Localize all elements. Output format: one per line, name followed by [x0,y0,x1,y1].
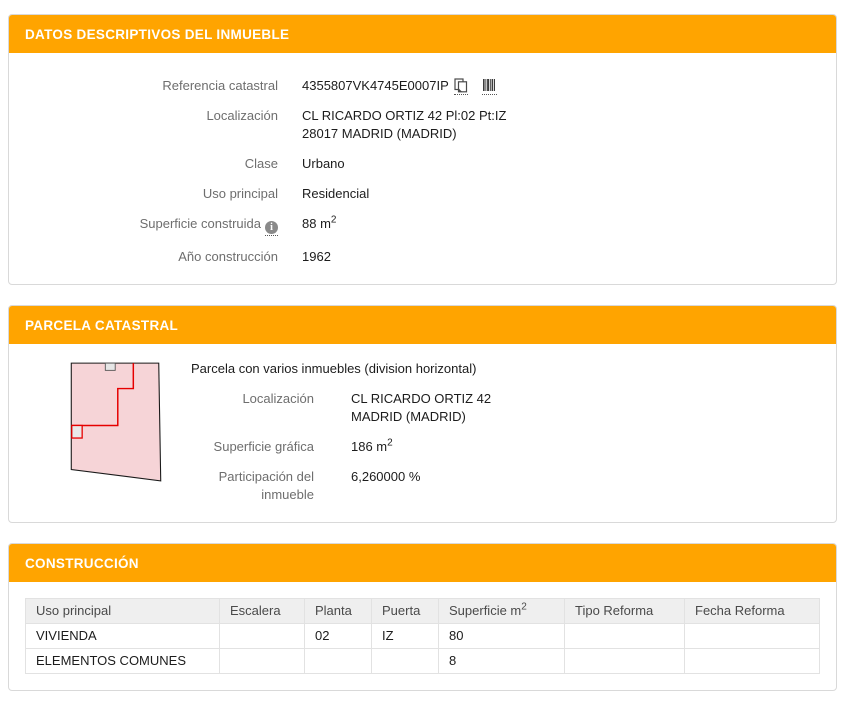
row-referencia-catastral: Referencia catastral 4355807VK4745E0007I… [25,77,820,95]
superficie-construida-value: 88 m2 [302,214,337,231]
anio-construccion-value: 1962 [302,249,331,264]
cell-superficie: 80 [438,623,565,649]
page: { "theme": { "accent_color": "#FFA400", … [0,0,845,704]
table-row-elementos-comunes: ELEMENTOS COMUNES 8 [25,648,820,674]
uso-principal-label: Uso principal [202,186,278,201]
col-puerta: Puerta [371,598,439,624]
row-superficie-construida: Superficie construida i 88 m2 [25,215,820,236]
section-datos-body: Referencia catastral 4355807VK4745E0007I… [9,53,836,284]
participacion-label: Participación del inmueble [218,469,314,502]
cell-planta [304,648,372,674]
col-uso-principal: Uso principal [25,598,220,624]
clase-label: Clase [244,156,278,171]
section-parcela-body: Parcela con varios inmuebles (division h… [9,344,836,522]
col-escalera: Escalera [219,598,305,624]
cell-escalera [219,648,305,674]
row-uso-principal: Uso principal Residencial [25,185,820,203]
referencia-catastral-value: 4355807VK4745E0007IP [302,78,449,93]
localizacion-label: Localización [206,108,278,123]
uso-principal-value: Residencial [302,186,370,201]
participacion-value: 6,260000 % [351,469,421,484]
cell-puerta: IZ [371,623,439,649]
referencia-value-cell: 4355807VK4745E0007IP [302,77,497,95]
col-superficie: Superficie m2 [438,598,565,624]
cell-uso: ELEMENTOS COMUNES [25,648,220,674]
cell-tipo-reforma [564,648,685,674]
parcela-localizacion-label: Localización [242,391,314,406]
cell-fecha-reforma [684,648,820,674]
copy-icon[interactable] [453,78,468,95]
construction-table-header-row: Uso principal Escalera Planta Puerta Sup… [25,598,820,624]
row-participacion: Participación del inmueble 6,260000 % [191,468,820,504]
parcela-localizacion-line1: CL RICARDO ORTIZ 42 [351,391,492,406]
parcela-localizacion-line2: MADRID (MADRID) [351,409,466,424]
section-datos-descriptivos: DATOS DESCRIPTIVOS DEL INMUEBLE Referenc… [8,14,837,285]
row-parcela-localizacion: Localización CL RICARDO ORTIZ 42 MADRID … [191,390,820,426]
section-construccion-title: CONSTRUCCIÓN [9,544,836,582]
parcel-description: Parcela con varios inmuebles (division h… [191,361,477,376]
section-parcela-title: PARCELA CATASTRAL [9,306,836,344]
localizacion-value: CL RICARDO ORTIZ 42 Pl:02 Pt:IZ 28017 MA… [302,107,506,143]
section-datos-title: DATOS DESCRIPTIVOS DEL INMUEBLE [9,15,836,53]
referencia-label: Referencia catastral [162,78,278,93]
localizacion-line2: 28017 MADRID (MADRID) [302,126,457,141]
cell-puerta [371,648,439,674]
row-anio-construccion: Año construcción 1962 [25,248,820,266]
row-clase: Clase Urbano [25,155,820,173]
clase-value: Urbano [302,156,345,171]
cell-tipo-reforma [564,623,685,649]
info-icon[interactable]: i [265,221,278,236]
parcela-localizacion-value: CL RICARDO ORTIZ 42 MADRID (MADRID) [351,390,491,426]
row-localizacion: Localización CL RICARDO ORTIZ 42 Pl:02 P… [25,107,820,143]
col-fecha-reforma: Fecha Reforma [684,598,820,624]
cell-superficie: 8 [438,648,565,674]
barcode-icon[interactable] [481,79,497,95]
table-row-vivienda: VIVIENDA 02 IZ 80 [25,623,820,649]
superficie-grafica-label: Superficie gráfica [213,439,314,454]
superficie-construida-label: Superficie construida i [25,215,278,236]
cell-escalera [219,623,305,649]
section-construccion: CONSTRUCCIÓN Uso principal Escalera Plan… [8,543,837,691]
superficie-grafica-value: 186 m2 [351,437,393,454]
cell-planta: 02 [304,623,372,649]
cell-fecha-reforma [684,623,820,649]
localizacion-line1: CL RICARDO ORTIZ 42 Pl:02 Pt:IZ [302,108,507,123]
col-planta: Planta [304,598,372,624]
parcel-sketch-icon[interactable] [69,360,163,489]
cell-uso: VIVIENDA [25,623,220,649]
row-superficie-grafica: Superficie gráfica 186 m2 [191,438,820,456]
anio-construccion-label: Año construcción [178,249,278,264]
col-tipo-reforma: Tipo Reforma [564,598,685,624]
section-construccion-body: Uso principal Escalera Planta Puerta Sup… [9,582,836,690]
parcel-content: Parcela con varios inmuebles (division h… [191,360,820,504]
section-parcela-catastral: PARCELA CATASTRAL Parcela con varios inm… [8,305,837,523]
construction-table: Uso principal Escalera Planta Puerta Sup… [25,598,820,674]
